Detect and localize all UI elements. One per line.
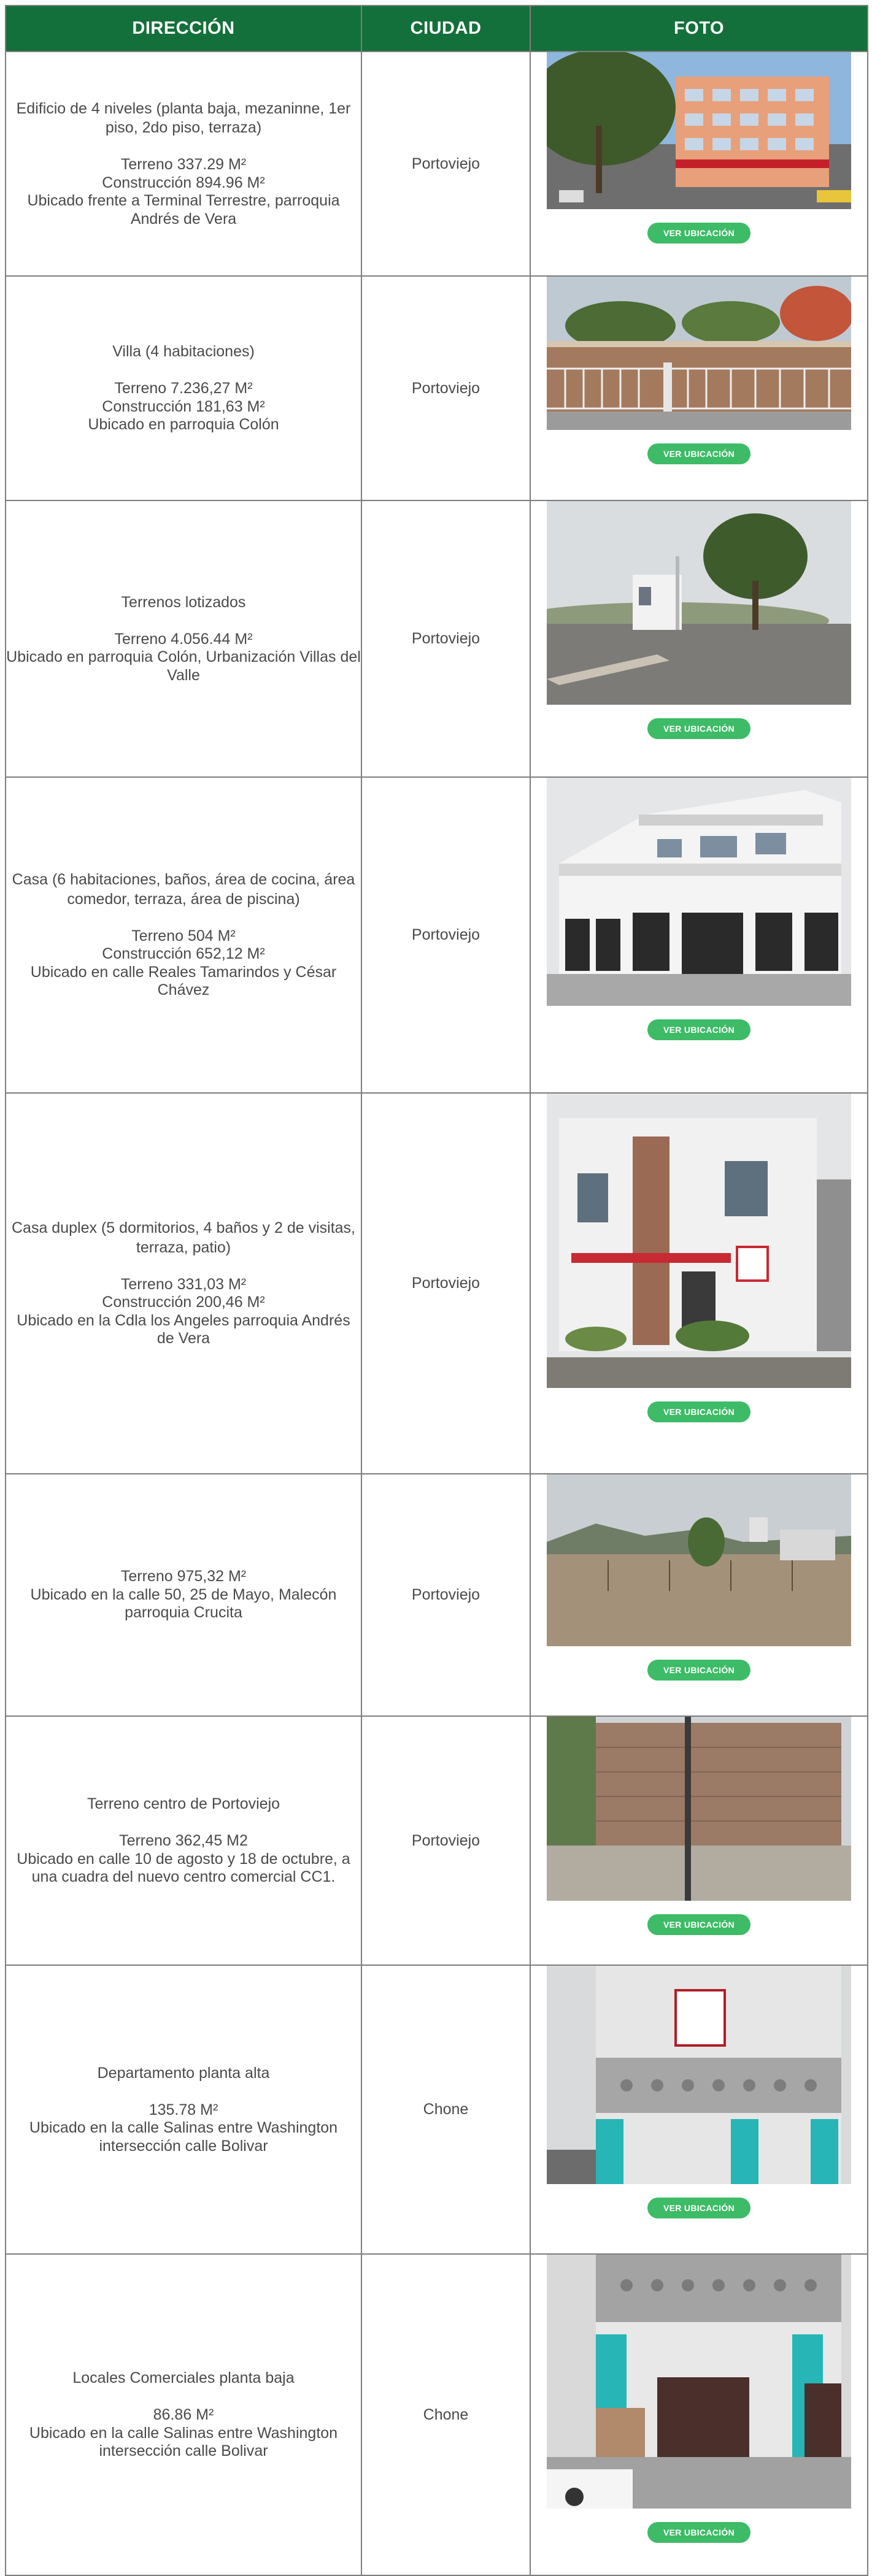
walled-lot-photo <box>547 1717 851 1901</box>
photo-cell: VER UBICACIÓN <box>530 1092 868 1474</box>
detail-line: Ubicado en la calle Salinas entre Washin… <box>29 2424 338 2460</box>
ground-floor-shops-photo <box>547 2255 851 2509</box>
vacant-lot-photo <box>547 1474 851 1646</box>
upper-floor-apartment-photo <box>547 1966 851 2184</box>
city-cell: Chone <box>361 2253 531 2576</box>
detail-line: Construcción 652,12 M² <box>102 945 265 963</box>
photo-cell: VER UBICACIÓN <box>530 275 868 501</box>
property-description: Villa (4 habitaciones) <box>112 343 255 361</box>
detail-line: Ubicado en parroquia Colón <box>88 416 279 434</box>
table-row: Terrenos lotizados Terreno 4.056.44 M² U… <box>5 500 868 778</box>
city-cell: Portoviejo <box>361 500 531 778</box>
property-details: Terreno 4.056.44 M² Ubicado en parroquia… <box>6 631 361 685</box>
view-location-button[interactable]: VER UBICACIÓN <box>647 1019 750 1040</box>
property-description: Edificio de 4 niveles (planta baja, meza… <box>16 99 351 136</box>
table-row: Departamento planta alta 135.78 M² Ubica… <box>5 1965 868 2255</box>
city-cell: Chone <box>361 1965 531 2255</box>
photo-cell: VER UBICACIÓN <box>530 51 868 277</box>
detail-line: 86.86 M² <box>153 2406 214 2424</box>
address-cell: Edificio de 4 niveles (planta baja, meza… <box>5 51 362 277</box>
detail-line: Terreno 331,03 M² <box>120 1275 247 1293</box>
photo-cell: VER UBICACIÓN <box>530 1473 868 1717</box>
photo-cell: VER UBICACIÓN <box>530 1965 868 2255</box>
detail-line: Terreno 362,45 M2 <box>119 1832 248 1850</box>
table-row: Edificio de 4 niveles (planta baja, meza… <box>5 51 868 277</box>
detail-line: Ubicado frente a Terminal Terrestre, par… <box>27 192 340 228</box>
city-cell: Portoviejo <box>361 776 531 1094</box>
address-cell: Departamento planta alta 135.78 M² Ubica… <box>5 1965 362 2255</box>
city-cell: Portoviejo <box>361 1473 531 1717</box>
white-house-photo <box>547 778 851 1006</box>
detail-line: Terreno 4.056.44 M² <box>114 630 253 648</box>
property-details: Terreno 504 M² Construcción 652,12 M² Ub… <box>6 927 361 1000</box>
city-cell: Portoviejo <box>361 1092 531 1474</box>
villa-with-fence-photo <box>547 277 851 430</box>
header-city: CIUDAD <box>361 5 531 52</box>
property-description: Terrenos lotizados <box>121 593 246 611</box>
view-location-button[interactable]: VER UBICACIÓN <box>647 1401 750 1422</box>
property-description: Casa (6 habitaciones, baños, área de coc… <box>12 871 355 908</box>
photo-cell: VER UBICACIÓN <box>530 1715 868 1966</box>
city-cell: Portoviejo <box>361 275 531 501</box>
address-cell: Locales Comerciales planta baja 86.86 M²… <box>5 2253 362 2576</box>
table-header-row: DIRECCIÓN CIUDAD FOTO <box>5 5 868 52</box>
table-row: Terreno centro de Portoviejo Terreno 362… <box>5 1715 868 1966</box>
detail-line: Terreno 337.29 M² <box>120 156 247 174</box>
detail-line: Ubicado en calle Reales Tamarindos y Cés… <box>30 963 337 999</box>
address-cell: Casa duplex (5 dormitorios, 4 baños y 2 … <box>5 1092 362 1474</box>
detail-line: Ubicado en la calle 50, 25 de Mayo, Male… <box>30 1585 337 1622</box>
view-location-button[interactable]: VER UBICACIÓN <box>647 1914 750 1935</box>
view-location-button[interactable]: VER UBICACIÓN <box>647 443 750 464</box>
detail-line: Construcción 894.96 M² <box>102 174 265 191</box>
city-cell: Portoviejo <box>361 51 531 277</box>
photo-cell: VER UBICACIÓN <box>530 2253 868 2576</box>
view-location-button[interactable]: VER UBICACIÓN <box>647 2522 750 2543</box>
table-row: Locales Comerciales planta baja 86.86 M²… <box>5 2253 868 2576</box>
duplex-house-photo <box>547 1094 851 1388</box>
address-cell: Villa (4 habitaciones) Terreno 7.236,27 … <box>5 275 362 501</box>
photo-cell: VER UBICACIÓN <box>530 776 868 1094</box>
property-details: Terreno 331,03 M² Construcción 200,46 M²… <box>6 1276 361 1348</box>
address-cell: Terreno centro de Portoviejo Terreno 362… <box>5 1715 362 1966</box>
address-cell: Terrenos lotizados Terreno 4.056.44 M² U… <box>5 500 362 778</box>
address-cell: Casa (6 habitaciones, baños, área de coc… <box>5 776 362 1094</box>
table-row: Terreno 975,32 M² Ubicado en la calle 50… <box>5 1473 868 1717</box>
detail-line: Ubicado en calle 10 de agosto y 18 de oc… <box>17 1850 350 1886</box>
property-details: 86.86 M² Ubicado en la calle Salinas ent… <box>6 2406 361 2461</box>
property-description: Casa duplex (5 dormitorios, 4 baños y 2 … <box>12 1219 355 1256</box>
property-details: Terreno 362,45 M2 Ubicado en calle 10 de… <box>6 1832 361 1887</box>
table-row: Casa duplex (5 dormitorios, 4 baños y 2 … <box>5 1092 868 1474</box>
detail-line: Terreno 504 M² <box>131 927 236 945</box>
property-description: Locales Comerciales planta baja <box>72 2369 295 2387</box>
table-row: Casa (6 habitaciones, baños, área de coc… <box>5 776 868 1094</box>
city-cell: Portoviejo <box>361 1715 531 1966</box>
detail-line: 135.78 M² <box>149 2101 218 2118</box>
multi-story-building-photo <box>547 52 851 209</box>
property-details: Terreno 337.29 M² Construcción 894.96 M²… <box>6 156 361 228</box>
view-location-button[interactable]: VER UBICACIÓN <box>647 1660 750 1681</box>
property-table: DIRECCIÓN CIUDAD FOTO Edificio de 4 nive… <box>5 5 868 2576</box>
property-details: 135.78 M² Ubicado en la calle Salinas en… <box>6 2101 361 2156</box>
address-cell: Terreno 975,32 M² Ubicado en la calle 50… <box>5 1473 362 1717</box>
property-description: Terreno centro de Portoviejo <box>87 1795 280 1813</box>
detail-line: Ubicado en parroquia Colón, Urbanización… <box>6 648 361 684</box>
property-details: Terreno 7.236,27 M² Construcción 181,63 … <box>6 380 361 434</box>
view-location-button[interactable]: VER UBICACIÓN <box>647 223 750 243</box>
property-description: Departamento planta alta <box>97 2064 270 2082</box>
detail-line: Construcción 200,46 M² <box>102 1294 265 1311</box>
photo-cell: VER UBICACIÓN <box>530 500 868 778</box>
land-plot-photo <box>547 501 851 705</box>
detail-line: Ubicado en la calle Salinas entre Washin… <box>29 2119 338 2155</box>
view-location-button[interactable]: VER UBICACIÓN <box>647 718 750 739</box>
detail-line: Construcción 181,63 M² <box>102 397 265 415</box>
property-details: Terreno 975,32 M² Ubicado en la calle 50… <box>6 1568 361 1622</box>
view-location-button[interactable]: VER UBICACIÓN <box>647 2198 750 2218</box>
header-photo: FOTO <box>530 5 868 52</box>
detail-line: Ubicado en la Cdla los Angeles parroquia… <box>17 1311 350 1347</box>
detail-line: Terreno 975,32 M² <box>120 1568 247 1585</box>
header-address: DIRECCIÓN <box>5 5 362 52</box>
table-row: Villa (4 habitaciones) Terreno 7.236,27 … <box>5 275 868 501</box>
detail-line: Terreno 7.236,27 M² <box>114 380 253 397</box>
